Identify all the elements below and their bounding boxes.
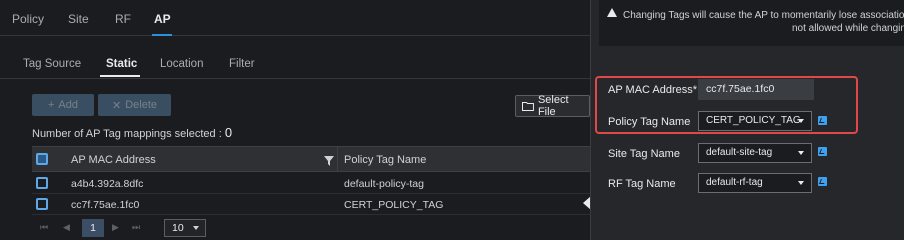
table-row[interactable]: cc7f.75ae.1fc0 CERT_POLICY_TAG [32,195,590,215]
edit-policy-tag-icon[interactable] [818,116,827,125]
cell-mac: a4b4.392a.8dfc [71,178,144,190]
table-header: AP MAC Address Policy Tag Name [32,146,590,172]
chevron-down-icon [193,226,199,230]
rf-tag-select[interactable]: default-rf-tag [698,173,812,193]
tab-site[interactable]: Site [68,12,89,26]
tab-rf[interactable]: RF [115,12,131,26]
selection-count-label: Number of AP Tag mappings selected : [32,128,225,140]
chevron-down-icon [798,119,804,123]
subtab-static[interactable]: Static [106,58,137,70]
current-page[interactable]: 1 [82,219,104,237]
warning-icon [607,8,617,17]
warning-text-line1: Changing Tags will cause the AP to momen… [623,10,904,21]
cell-mac: cc7f.75ae.1fc0 [71,199,140,211]
add-button[interactable]: + Add [32,94,94,116]
subtab-filter[interactable]: Filter [229,58,255,70]
select-all-checkbox[interactable] [36,153,48,165]
page-size-select[interactable]: 10 [164,219,206,237]
page-size-value: 10 [172,222,184,234]
folder-icon [522,102,534,111]
delete-button[interactable]: ✕ Delete [98,94,171,116]
column-header-policy-tag[interactable]: Policy Tag Name [344,154,426,166]
ap-mac-input[interactable]: cc7f.75ae.1fc0 [698,79,814,100]
plus-icon: + [47,99,55,111]
chevron-down-icon [798,151,804,155]
policy-tag-value: CERT_POLICY_TAG [706,115,801,126]
sub-tab-bar: Tag Source Static Location Filter [0,50,590,78]
tab-policy[interactable]: Policy [12,12,44,26]
delete-button-label: Delete [125,99,157,111]
first-page-icon[interactable]: ⏮ [40,222,48,233]
x-icon: ✕ [111,99,122,112]
site-tag-value: default-site-tag [706,147,773,158]
subtab-location[interactable]: Location [160,58,203,70]
row-checkbox[interactable] [36,177,48,189]
select-file-label: Select File [537,94,569,118]
selection-count: Number of AP Tag mappings selected : 0 [32,125,232,140]
cell-policy-tag: default-policy-tag [344,178,424,190]
ap-mac-label: AP MAC Address* [608,84,698,96]
edit-rf-tag-icon[interactable] [818,177,827,186]
prev-page-icon[interactable]: ◀ [63,222,70,233]
warning-text-line2: not allowed while changing t [792,23,904,34]
active-subtab-indicator [100,75,140,77]
rf-tag-label: RF Tag Name [608,178,676,190]
next-page-icon[interactable]: ▶ [112,222,119,233]
subtab-tag-source[interactable]: Tag Source [23,58,81,70]
policy-tag-select[interactable]: CERT_POLICY_TAG [698,111,812,131]
selection-count-value: 0 [224,125,233,140]
edit-site-tag-icon[interactable] [818,147,827,156]
rf-tag-value: default-rf-tag [706,177,763,188]
select-file-button[interactable]: Select File [515,94,590,118]
filter-icon[interactable] [324,156,334,166]
site-tag-label: Site Tag Name [608,148,680,160]
policy-tag-label: Policy Tag Name [608,116,691,128]
column-divider [337,147,338,171]
tab-ap[interactable]: AP [154,12,171,26]
chevron-down-icon [798,181,804,185]
table-row[interactable]: a4b4.392a.8dfc default-policy-tag [32,174,590,194]
active-tab-indicator [152,34,172,36]
divider [0,78,590,79]
column-header-mac[interactable]: AP MAC Address [71,154,156,166]
cell-policy-tag: CERT_POLICY_TAG [344,199,444,211]
warning-banner: Changing Tags will cause the AP to momen… [599,0,904,46]
add-button-label: Add [58,99,78,111]
site-tag-select[interactable]: default-site-tag [698,143,812,163]
last-page-icon[interactable]: ⏭ [132,222,140,233]
row-checkbox[interactable] [36,198,48,210]
top-tab-bar: Policy Site RF AP [0,0,590,36]
